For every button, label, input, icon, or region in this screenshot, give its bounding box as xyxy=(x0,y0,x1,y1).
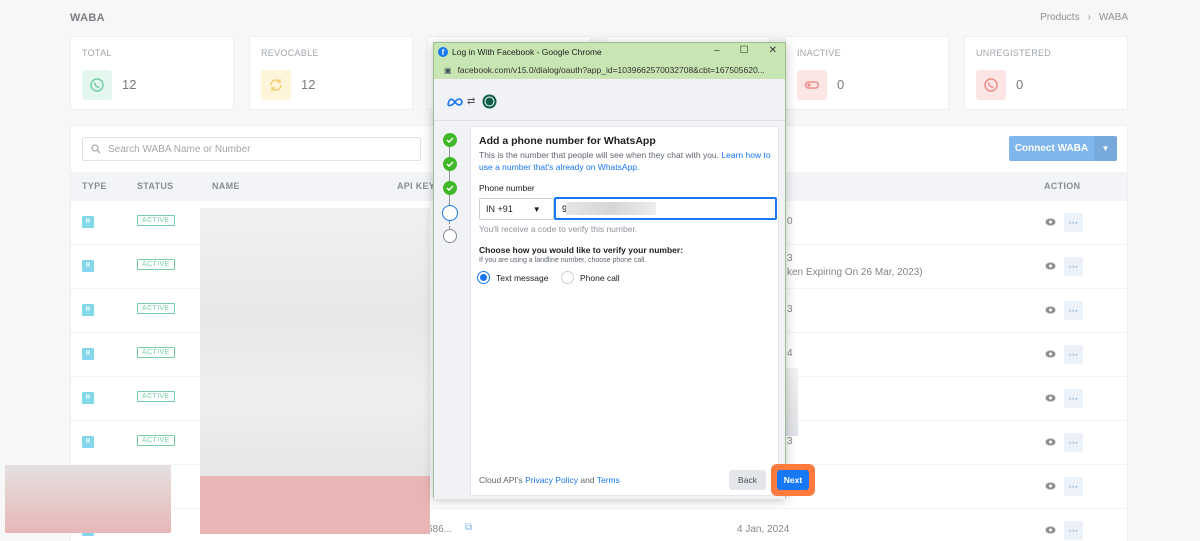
privacy-policy-link[interactable]: Privacy Policy xyxy=(525,475,578,485)
dialog-body: Add a phone number for WhatsApp This is … xyxy=(434,121,815,499)
back-button[interactable]: Back xyxy=(729,470,766,490)
window-titlebar: f Log in With Facebook - Google Chrome –… xyxy=(434,43,785,61)
phone-number-panel: Add a phone number for WhatsApp This is … xyxy=(470,126,815,496)
current-step-icon xyxy=(442,205,458,221)
minimize-icon[interactable]: – xyxy=(714,45,720,56)
check-icon xyxy=(443,181,457,195)
step-connector xyxy=(449,171,450,181)
url-bar: ▣ facebook.com/v15.0/dialog/oauth?app_id… xyxy=(434,61,785,79)
check-icon xyxy=(443,133,457,147)
dialog-footer-text: Cloud API's Privacy Policy and Terms xyxy=(479,475,620,485)
facebook-login-window: f Log in With Facebook - Google Chrome –… xyxy=(433,42,815,499)
description-text: This is the number that people will see … xyxy=(479,150,720,160)
step-connector xyxy=(449,147,450,157)
radio-text-message[interactable]: Text message xyxy=(477,271,548,284)
phone-number-label: Phone number xyxy=(479,183,535,193)
footer-prefix: Cloud API's xyxy=(479,475,523,485)
window-title: Log in With Facebook - Google Chrome xyxy=(452,47,602,57)
step-connector xyxy=(449,195,450,205)
phone-hint: You'll receive a code to verify this num… xyxy=(479,224,638,234)
facebook-icon: f xyxy=(438,47,448,57)
footer-and: and xyxy=(580,475,595,485)
site-info-icon[interactable]: ▣ xyxy=(444,66,452,75)
country-code-value: IN +91 xyxy=(486,204,513,214)
whatsapp-business-icon xyxy=(482,94,497,109)
close-icon[interactable]: ✕ xyxy=(769,45,777,56)
radio-selected-icon xyxy=(477,271,490,284)
caret-down-icon: ▼ xyxy=(532,204,541,214)
dialog-description: This is the number that people will see … xyxy=(479,149,775,173)
transfer-icon: ⇄ xyxy=(467,96,476,107)
url-text: facebook.com/v15.0/dialog/oauth?app_id=1… xyxy=(457,65,765,75)
radio-label: Phone call xyxy=(580,272,620,283)
terms-link[interactable]: Terms xyxy=(597,475,620,485)
radio-phone-call[interactable]: Phone call xyxy=(561,271,620,284)
redacted-phone xyxy=(566,202,656,215)
dialog-heading: Add a phone number for WhatsApp xyxy=(479,135,656,147)
verify-subtext: If you are using a landline number, choo… xyxy=(479,257,647,264)
verify-heading: Choose how you would like to verify your… xyxy=(479,245,684,255)
check-icon xyxy=(443,157,457,171)
country-code-select[interactable]: IN +91 ▼ xyxy=(479,198,554,220)
next-button[interactable]: Next xyxy=(777,470,809,490)
pending-step-icon xyxy=(443,229,457,243)
radio-label: Text message xyxy=(496,272,549,283)
radio-unselected-icon xyxy=(561,271,574,284)
step-connector xyxy=(449,221,450,229)
dialog-header: ⇄ xyxy=(434,79,785,121)
maximize-icon[interactable]: ☐ xyxy=(740,45,749,56)
meta-logo-icon xyxy=(447,98,463,107)
